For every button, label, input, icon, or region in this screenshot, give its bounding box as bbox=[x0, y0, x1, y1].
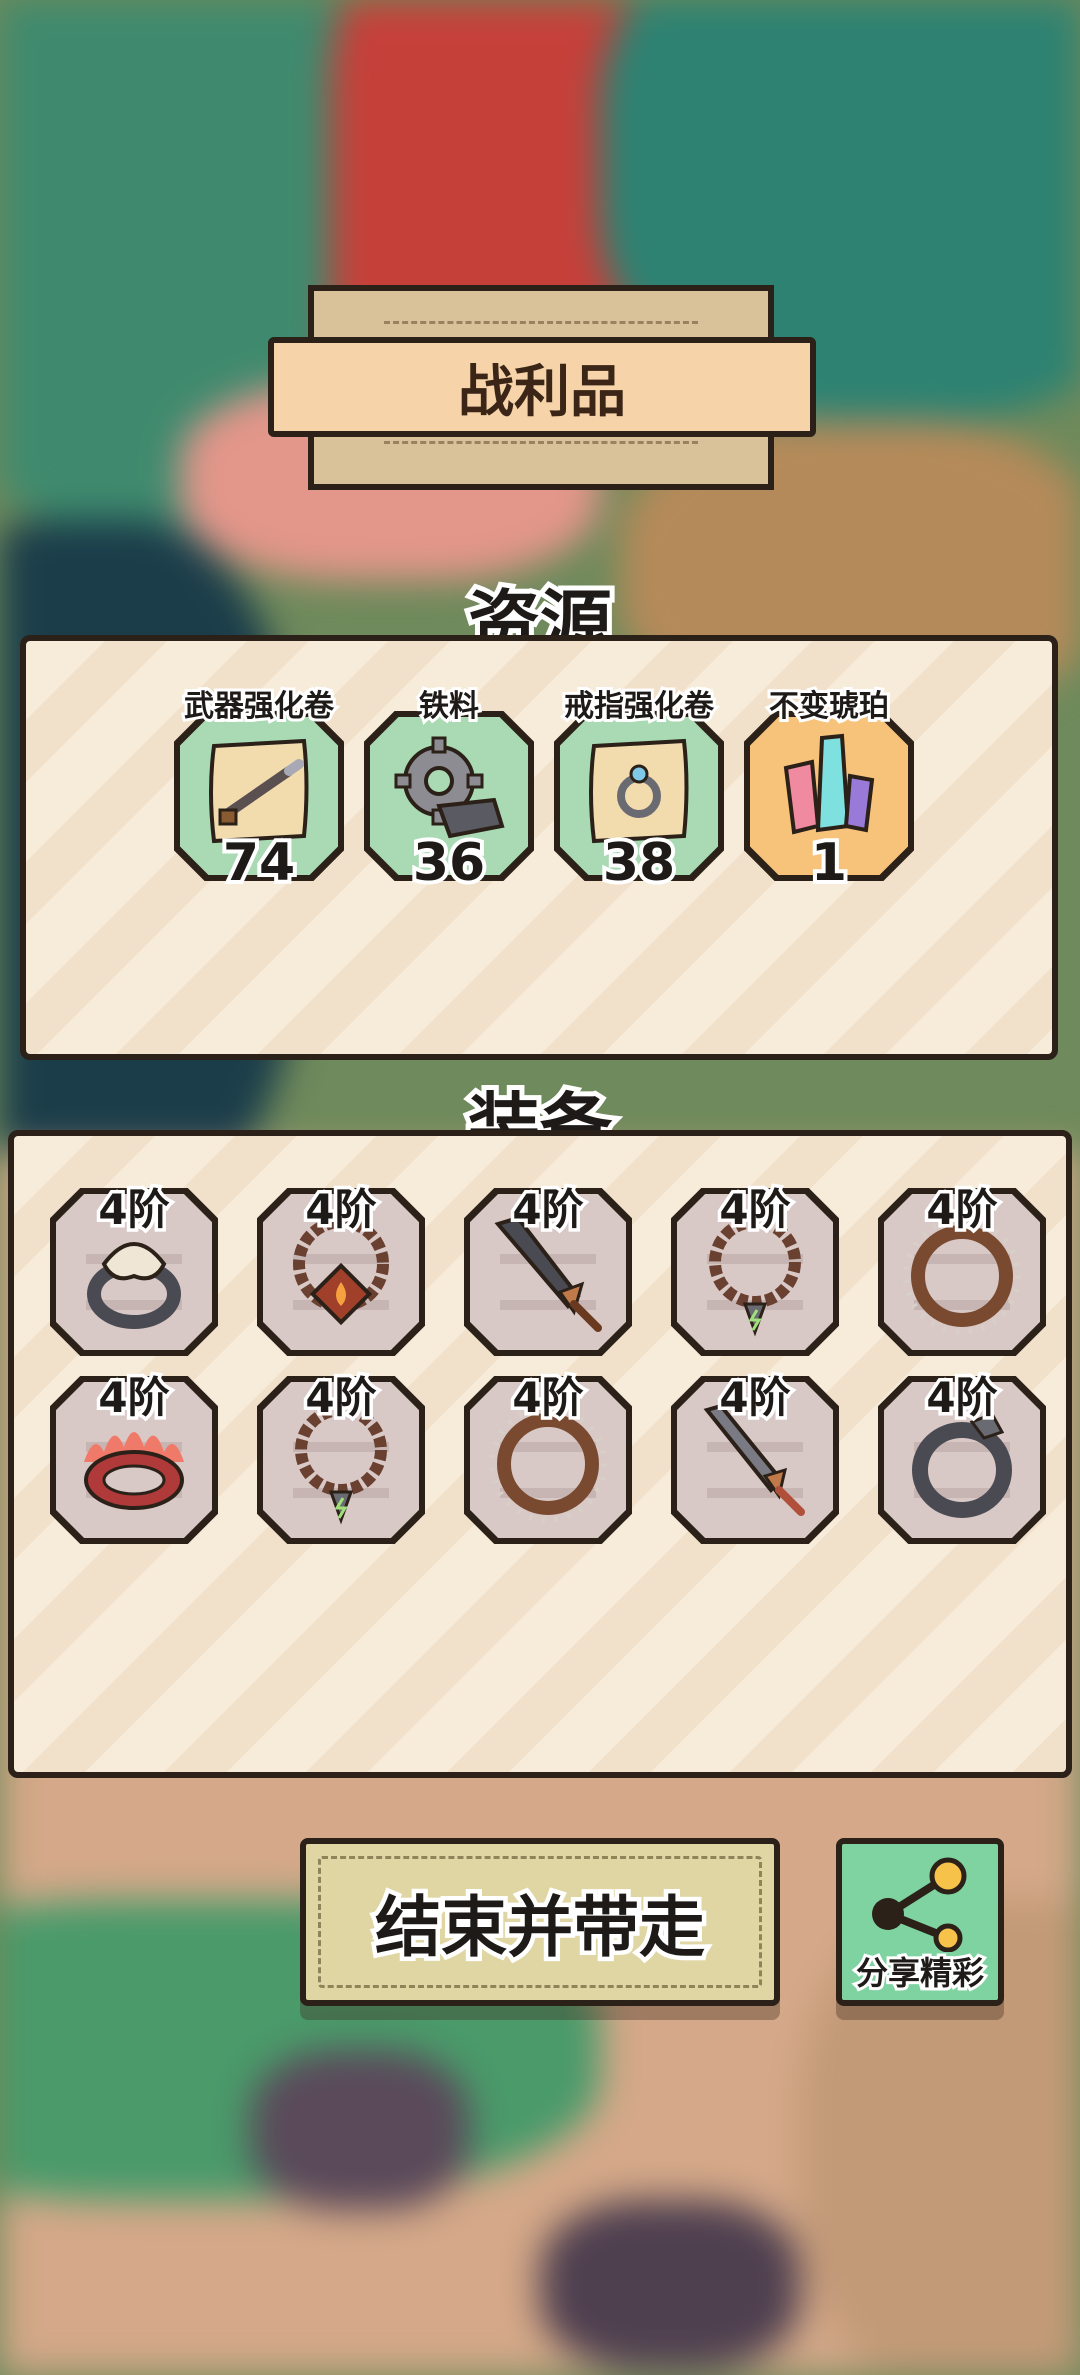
equipment-tier: 4阶 bbox=[923, 1182, 1001, 1238]
equipment-item[interactable]: 4阶 bbox=[257, 1176, 425, 1356]
resource-count: 74 bbox=[219, 829, 299, 897]
resource-count: 38 bbox=[599, 829, 679, 897]
end-and-take-button[interactable]: 结束并带走 bbox=[300, 1838, 780, 2006]
equipment-tier: 4阶 bbox=[302, 1370, 380, 1426]
end-and-take-label: 结束并带走 bbox=[371, 1885, 710, 1971]
page-title: 战利品 bbox=[458, 359, 626, 425]
equipment-item[interactable]: 4阶 bbox=[878, 1364, 1046, 1544]
title-plate: 战利品 bbox=[268, 337, 816, 437]
equipment-item[interactable]: 4阶 bbox=[464, 1364, 632, 1544]
resources-panel: 武器强化卷 74 铁料 36 戒指强化卷 38 不变琥珀 1 bbox=[20, 635, 1058, 1060]
equipment-item[interactable]: 4阶 bbox=[257, 1364, 425, 1544]
share-icon bbox=[872, 1857, 967, 1952]
title-banner: 战利品 bbox=[268, 285, 816, 490]
resource-item-amber[interactable]: 不变琥珀 1 bbox=[744, 681, 914, 897]
equipment-tier: 4阶 bbox=[95, 1370, 173, 1426]
resource-name: 铁料 bbox=[416, 686, 482, 727]
equipment-item[interactable]: 4阶 bbox=[50, 1176, 218, 1356]
resource-count: 1 bbox=[807, 829, 851, 897]
resource-item-iron[interactable]: 铁料 36 bbox=[364, 681, 534, 897]
equipment-item[interactable]: 4阶 bbox=[50, 1364, 218, 1544]
share-label: 分享精彩 bbox=[853, 1951, 987, 1995]
resource-count: 36 bbox=[409, 829, 489, 897]
equipment-item[interactable]: 4阶 bbox=[671, 1364, 839, 1544]
resource-item-weapon-scroll[interactable]: 武器强化卷 74 bbox=[174, 681, 344, 897]
resource-item-ring-scroll[interactable]: 戒指强化卷 38 bbox=[554, 681, 724, 897]
equipment-tier: 4阶 bbox=[509, 1182, 587, 1238]
resource-name: 戒指强化卷 bbox=[561, 686, 717, 727]
equipment-panel: 4阶 4阶 4阶 4阶 4阶 4阶 4阶 4阶 4阶 4阶 bbox=[8, 1130, 1072, 1778]
equipment-item[interactable]: 4阶 bbox=[878, 1176, 1046, 1356]
equipment-tier: 4阶 bbox=[716, 1370, 794, 1426]
resource-name: 武器强化卷 bbox=[181, 686, 337, 727]
resource-name: 不变琥珀 bbox=[766, 686, 892, 727]
equipment-item[interactable]: 4阶 bbox=[464, 1176, 632, 1356]
equipment-tier: 4阶 bbox=[716, 1182, 794, 1238]
equipment-tier: 4阶 bbox=[923, 1370, 1001, 1426]
equipment-tier: 4阶 bbox=[509, 1370, 587, 1426]
equipment-tier: 4阶 bbox=[95, 1182, 173, 1238]
equipment-item[interactable]: 4阶 bbox=[671, 1176, 839, 1356]
equipment-tier: 4阶 bbox=[302, 1182, 380, 1238]
share-button[interactable]: 分享精彩 bbox=[836, 1838, 1004, 2006]
